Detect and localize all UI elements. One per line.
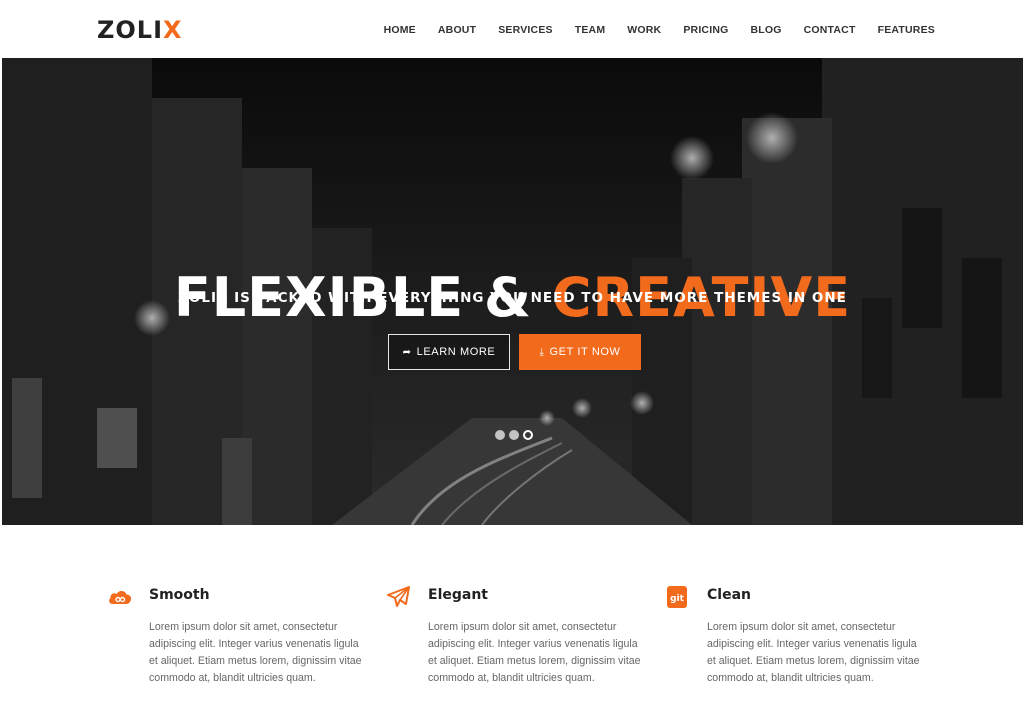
cloud-icon	[109, 591, 132, 604]
logo-accent-letter: X	[163, 16, 183, 44]
slide-dot-3[interactable]	[523, 430, 533, 440]
feature-title: Smooth	[149, 587, 210, 603]
nav-team[interactable]: TEAM	[575, 20, 606, 40]
paper-plane-icon	[387, 586, 410, 607]
slide-dot-2[interactable]	[509, 430, 519, 440]
hero-subtitle: ZOLIX IS PACKED WITH EVERYTHING YOU NEED…	[178, 290, 847, 306]
git-icon: git	[667, 586, 687, 608]
slider-pagination	[495, 430, 533, 440]
feature-description: Lorem ipsum dolor sit amet, consectetur …	[428, 621, 641, 684]
learn-more-button[interactable]: ➦ LEARN MORE	[388, 334, 510, 370]
feature-title: Elegant	[428, 587, 488, 603]
site-header: ZOLI X HOME ABOUT SERVICES TEAM WORK PRIC…	[0, 0, 1027, 58]
get-it-now-label: GET IT NOW	[549, 346, 621, 358]
hero-slider: FLEXIBLE & CREATIVE ZOLIX IS PACKED WITH…	[2, 58, 1023, 525]
main-nav: HOME ABOUT SERVICES TEAM WORK PRICING BL…	[362, 20, 935, 40]
nav-home[interactable]: HOME	[384, 20, 416, 40]
nav-features[interactable]: FEATURES	[878, 20, 935, 40]
nav-services[interactable]: SERVICES	[498, 20, 553, 40]
slide-dot-1[interactable]	[495, 430, 505, 440]
feature-description: Lorem ipsum dolor sit amet, consectetur …	[707, 621, 920, 684]
share-arrow-icon: ➦	[402, 346, 412, 358]
nav-blog[interactable]: BLOG	[750, 20, 781, 40]
feature-title: Clean	[707, 587, 751, 603]
feature-description: Lorem ipsum dolor sit amet, consectetur …	[149, 621, 362, 684]
learn-more-label: LEARN MORE	[416, 346, 496, 358]
logo-text: ZOLI	[97, 16, 164, 44]
zolix-logo[interactable]: ZOLI X	[97, 16, 183, 44]
download-icon: ⤓	[539, 346, 545, 358]
nav-contact[interactable]: CONTACT	[804, 20, 856, 40]
git-icon-text: git	[670, 594, 685, 604]
nav-about[interactable]: ABOUT	[438, 20, 476, 40]
nav-work[interactable]: WORK	[627, 20, 661, 40]
nav-pricing[interactable]: PRICING	[683, 20, 728, 40]
get-it-now-button[interactable]: ⤓ GET IT NOW	[519, 334, 641, 370]
